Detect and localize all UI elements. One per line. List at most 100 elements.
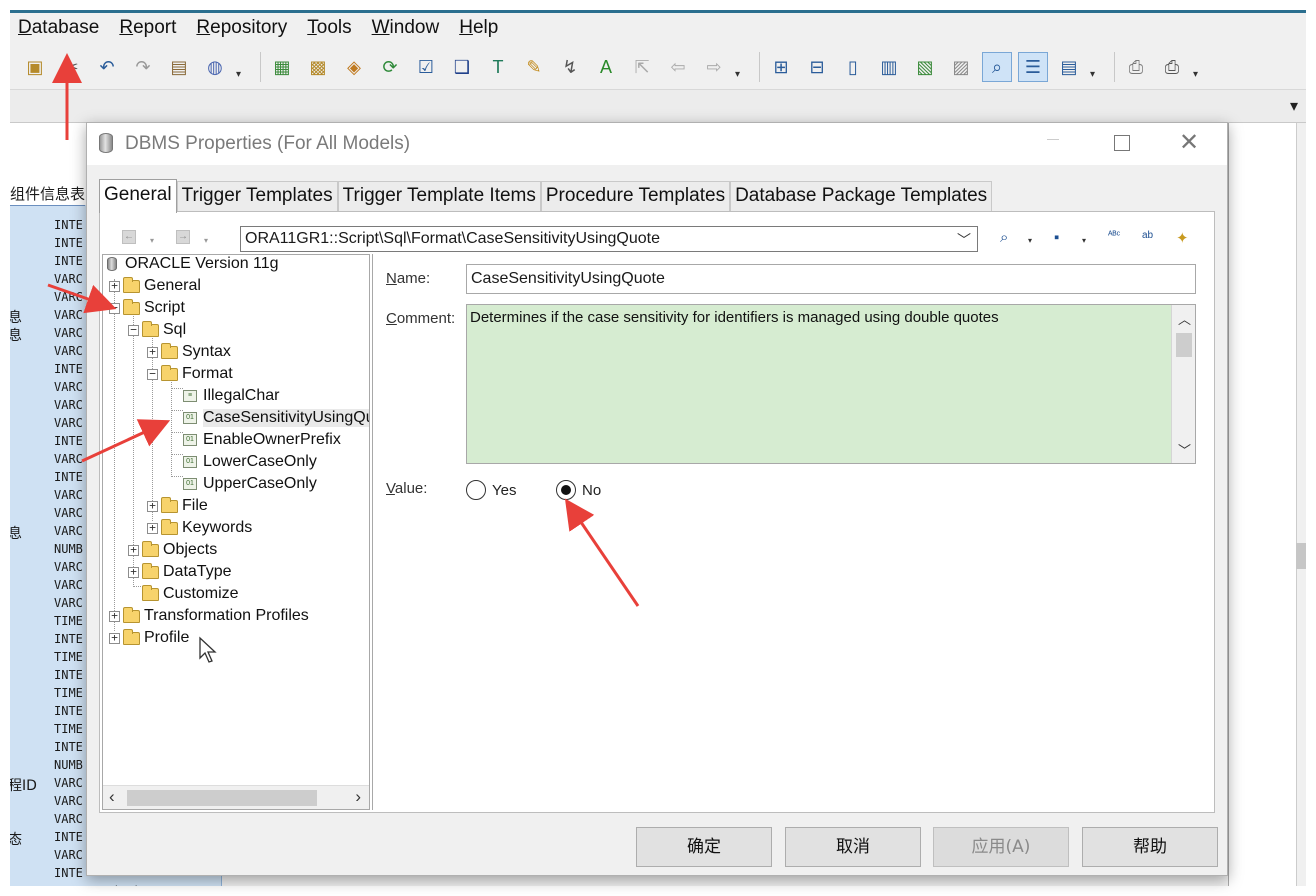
tree-node-syntax[interactable]: + Syntax xyxy=(147,341,231,363)
forward-dropdown-icon[interactable]: ▾ xyxy=(204,236,208,245)
scroll-left-icon[interactable]: ‹ xyxy=(109,787,115,807)
list-icon[interactable]: ☰ xyxy=(1018,52,1048,82)
scrollbar-thumb[interactable] xyxy=(1176,333,1192,357)
replace-icon[interactable]: ab xyxy=(1142,230,1153,241)
back-arrow-icon[interactable]: ← xyxy=(122,230,136,244)
expand-icon[interactable]: + xyxy=(128,544,139,556)
open-model-icon[interactable]: ▩ xyxy=(303,52,333,82)
tree-node-general[interactable]: + General xyxy=(109,275,201,297)
scroll-down-icon[interactable]: ﹀ xyxy=(1178,440,1191,459)
scrollbar-thumb[interactable] xyxy=(1296,543,1306,569)
collapse-icon[interactable]: − xyxy=(128,324,139,336)
close-button[interactable]: ✕ xyxy=(1179,129,1199,157)
tree-node-customize[interactable]: Customize xyxy=(128,583,239,605)
model-check-icon[interactable]: ◍ xyxy=(200,52,230,82)
redo-icon[interactable]: ↷ xyxy=(128,52,158,82)
tab-trigger-template-items[interactable]: Trigger Template Items xyxy=(337,181,541,211)
toolbar-dropdown-icon[interactable]: ▾ xyxy=(1090,69,1100,80)
menu-window[interactable]: Window xyxy=(372,17,440,39)
print-icon[interactable]: ⎙ xyxy=(1157,52,1187,82)
scroll-right-icon[interactable]: › xyxy=(355,787,361,807)
horizontal-scrollbar[interactable]: ‹ › xyxy=(103,785,369,809)
print-preview-icon[interactable]: ⎙ xyxy=(1121,52,1151,82)
value-no-radio[interactable] xyxy=(556,480,576,500)
columns-icon[interactable]: ▥ xyxy=(874,52,904,82)
browse-icon[interactable]: ◈ xyxy=(339,52,369,82)
link-icon[interactable]: ↯ xyxy=(555,52,585,82)
expand-icon[interactable]: + xyxy=(109,632,120,644)
toolbar-dropdown-icon[interactable]: ▾ xyxy=(735,69,745,80)
back-dropdown-icon[interactable]: ▾ xyxy=(150,236,154,245)
cancel-button[interactable]: 取消 xyxy=(785,827,921,867)
new-model-icon[interactable]: ▦ xyxy=(267,52,297,82)
table-row[interactable]: VARCHAR2(20) xyxy=(10,883,222,886)
find-icon[interactable]: ⌕ xyxy=(1000,229,1008,246)
font-icon[interactable]: A xyxy=(591,52,621,82)
tree-node-profile[interactable]: + Profile xyxy=(109,627,189,649)
dialog-titlebar[interactable]: DBMS Properties (For All Models) ✕ xyxy=(87,123,1227,165)
expand-icon[interactable]: + xyxy=(109,610,120,622)
expand-icon[interactable]: + xyxy=(109,280,120,292)
value-yes-radio[interactable] xyxy=(466,480,486,500)
forward-arrow-icon[interactable]: → xyxy=(176,230,190,244)
tree-node-objects[interactable]: + Objects xyxy=(128,539,217,561)
text-icon[interactable]: T xyxy=(483,52,513,82)
maximize-button[interactable] xyxy=(1114,135,1130,151)
scrollbar-thumb[interactable] xyxy=(127,790,317,806)
tab-trigger-templates[interactable]: Trigger Templates xyxy=(176,181,338,211)
tab-database-package-templates[interactable]: Database Package Templates xyxy=(730,181,993,211)
toolbar-dropdown-icon[interactable]: ▾ xyxy=(1193,69,1203,80)
tree-root[interactable]: ORACLE Version 11g xyxy=(107,255,279,275)
tree-node-datatype[interactable]: + DataType xyxy=(128,561,231,583)
tree-node-lower-case-only[interactable]: 01 LowerCaseOnly xyxy=(183,451,317,473)
scroll-up-icon[interactable]: ︿ xyxy=(1178,309,1191,328)
tree-view[interactable]: ORACLE Version 11g + General − Script − Sql… xyxy=(102,254,370,810)
apply-button[interactable]: 应用(A) xyxy=(933,827,1069,867)
chevron-down-icon[interactable]: ﹀ xyxy=(957,228,971,252)
report-icon[interactable]: ▨ xyxy=(946,52,976,82)
vertical-scrollbar[interactable] xyxy=(1296,123,1306,886)
tree-node-format[interactable]: − Format xyxy=(147,363,233,385)
collapse-icon[interactable]: − xyxy=(147,368,158,380)
tree-node-illegal-char[interactable]: ≡ IllegalChar xyxy=(183,385,279,407)
check-icon[interactable]: ☑ xyxy=(411,52,441,82)
menu-tools[interactable]: Tools xyxy=(307,17,351,39)
forward-icon[interactable]: ⇨ xyxy=(699,52,729,82)
preview-icon[interactable]: ⌕ xyxy=(982,52,1012,82)
diagram-icon[interactable]: ⊟ xyxy=(802,52,832,82)
back-icon[interactable]: ⇦ xyxy=(663,52,693,82)
comment-scrollbar[interactable]: ︿ ﹀ xyxy=(1171,305,1195,463)
table-icon[interactable]: ▧ xyxy=(910,52,940,82)
tree-node-file[interactable]: + File xyxy=(147,495,208,517)
comment-field[interactable]: Determines if the case sensitivity for i… xyxy=(466,304,1196,464)
expand-icon[interactable]: + xyxy=(147,500,158,512)
tree-node-script[interactable]: − Script xyxy=(109,297,185,319)
add-item-icon[interactable]: ✦ xyxy=(1176,229,1189,247)
menu-database[interactable]: Database xyxy=(18,17,99,39)
toolbar-dropdown-icon[interactable]: ▾ xyxy=(236,69,246,80)
menu-repository[interactable]: Repository xyxy=(196,17,287,39)
help-button[interactable]: 帮助 xyxy=(1082,827,1218,867)
menu-help[interactable]: Help xyxy=(459,17,498,39)
menu-report[interactable]: Report xyxy=(119,17,176,39)
refresh-icon[interactable]: ⟳ xyxy=(375,52,405,82)
find-dropdown-icon[interactable]: ▾ xyxy=(1028,236,1032,245)
frame-icon[interactable]: ❑ xyxy=(447,52,477,82)
tab-procedure-templates[interactable]: Procedure Templates xyxy=(540,181,731,211)
splitter[interactable] xyxy=(372,254,373,810)
save-dropdown-icon[interactable]: ▾ xyxy=(1082,236,1086,245)
name-field[interactable]: CaseSensitivityUsingQuote xyxy=(466,264,1196,294)
cut-icon[interactable]: ✂ xyxy=(56,52,86,82)
tree-icon[interactable]: ⊞ xyxy=(766,52,796,82)
export-icon[interactable]: ⇱ xyxy=(627,52,657,82)
expand-icon[interactable]: + xyxy=(147,346,158,358)
brush-icon[interactable]: ✎ xyxy=(519,52,549,82)
save-icon[interactable]: ▪ xyxy=(1054,229,1059,246)
expand-icon[interactable]: + xyxy=(147,522,158,534)
undo-icon[interactable]: ↶ xyxy=(92,52,122,82)
expand-icon[interactable]: + xyxy=(128,566,139,578)
toolbar-overflow-icon[interactable]: ▾ xyxy=(1290,96,1298,116)
tree-node-sql[interactable]: − Sql xyxy=(128,319,186,341)
properties-icon[interactable]: ▤ xyxy=(164,52,194,82)
spell-check-icon[interactable]: ᴬᴮᶜ xyxy=(1108,230,1120,241)
